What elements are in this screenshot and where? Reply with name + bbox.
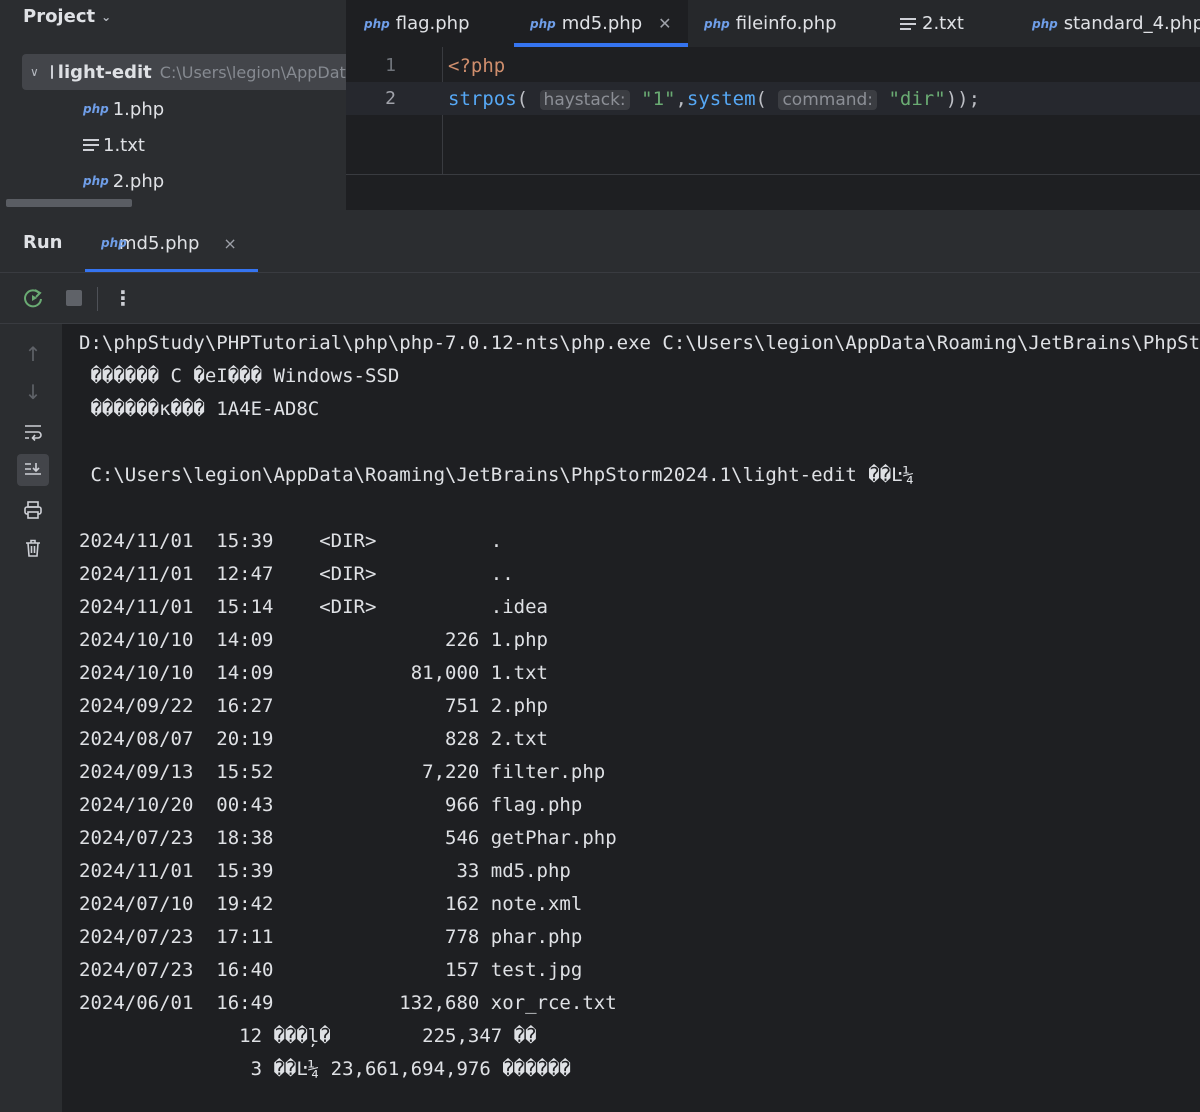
php-file-icon: php bbox=[364, 16, 390, 31]
tab-label: fileinfo.php bbox=[735, 13, 837, 34]
toolbar-separator bbox=[97, 287, 98, 311]
code-text: strpos( haystack: "1",system( command: "… bbox=[448, 88, 980, 110]
tab-2-txt[interactable]: 2.txt bbox=[882, 0, 1014, 47]
active-tab-indicator bbox=[85, 269, 258, 272]
console-line: 2024/10/10 14:09 81,000 1.txt bbox=[79, 662, 548, 684]
comma: , bbox=[675, 87, 687, 110]
php-file-icon: php bbox=[530, 16, 556, 31]
close-icon[interactable]: × bbox=[223, 234, 236, 253]
tab-label: md5.php bbox=[561, 13, 643, 34]
function-name: system bbox=[686, 87, 756, 110]
console-line: 2024/08/07 20:19 828 2.txt bbox=[79, 728, 548, 750]
chevron-down-icon: ⌄ bbox=[101, 9, 112, 24]
console-line: 2024/11/01 15:39 <DIR> . bbox=[79, 530, 503, 552]
tree-root-folder[interactable]: ∨ light-edit C:\Users\legion\AppData\Roa… bbox=[22, 54, 346, 90]
console-line: ������к��� 1A4E-AD8C bbox=[79, 398, 320, 420]
parameter-hint: haystack: bbox=[539, 89, 630, 110]
run-tab-label: md5.php bbox=[119, 232, 200, 254]
arrow-down-icon[interactable]: ↓ bbox=[17, 376, 49, 408]
php-file-icon: php bbox=[1032, 16, 1058, 31]
tab-standard-4-php[interactable]: php standard_4.php bbox=[1014, 0, 1200, 47]
console-line: 2024/10/20 00:43 966 flag.php bbox=[79, 794, 583, 816]
line-number: 2 bbox=[385, 88, 396, 109]
root-folder-name: light-edit bbox=[57, 61, 152, 83]
console-line: 2024/07/23 16:40 157 test.jpg bbox=[79, 959, 583, 981]
php-open-tag: <?php bbox=[448, 54, 506, 77]
code-text: <?php bbox=[448, 55, 505, 77]
console-line: 2024/11/01 12:47 <DIR> .. bbox=[79, 563, 514, 585]
tree-item-label: 1.txt bbox=[103, 134, 145, 156]
console-line: 2024/11/01 15:14 <DIR> .idea bbox=[79, 596, 548, 618]
text-file-icon bbox=[83, 136, 99, 154]
console-line: 3 ��Ŀ¼ 23,661,694,976 ������ bbox=[79, 1058, 571, 1080]
project-view-selector[interactable]: Project ⌄ bbox=[23, 6, 111, 27]
rerun-icon[interactable] bbox=[22, 287, 44, 309]
tab-flag-php[interactable]: php flag.php bbox=[364, 0, 470, 47]
run-toolbar: ⋮ bbox=[0, 273, 1200, 324]
console-line: 2024/06/01 16:49 132,680 xor_rce.txt bbox=[79, 992, 617, 1014]
console-line: 2024/10/10 14:09 226 1.php bbox=[79, 629, 548, 651]
stop-icon[interactable] bbox=[63, 287, 85, 309]
function-name: strpos bbox=[448, 87, 517, 110]
folder-icon bbox=[50, 65, 53, 79]
console-line: 2024/07/23 17:11 778 phar.php bbox=[79, 926, 583, 948]
print-icon[interactable] bbox=[17, 494, 49, 526]
horizontal-scrollbar[interactable] bbox=[6, 199, 132, 207]
php-file-icon: php bbox=[704, 16, 730, 31]
tab-label: flag.php bbox=[395, 13, 470, 34]
project-title: Project bbox=[23, 6, 96, 27]
console-line: 2024/07/10 19:42 162 note.xml bbox=[79, 893, 583, 915]
console-line: 2024/09/22 16:27 751 2.php bbox=[79, 695, 548, 717]
tree-item-label: 1.php bbox=[112, 98, 165, 120]
string-literal: "1" bbox=[641, 87, 676, 110]
run-tool-window-header: Run php md5.php × bbox=[0, 214, 1200, 273]
code-line[interactable]: 1 <?php bbox=[346, 49, 1200, 82]
tab-label: 2.txt bbox=[922, 13, 964, 34]
console-line: D:\phpStudy\PHPTutorial\php\php-7.0.12-n… bbox=[79, 332, 1200, 354]
more-options-icon[interactable]: ⋮ bbox=[112, 286, 134, 310]
run-title: Run bbox=[23, 232, 63, 253]
paren: ( bbox=[516, 87, 529, 110]
line-number: 1 bbox=[385, 55, 396, 76]
console-output[interactable]: D:\phpStudy\PHPTutorial\php\php-7.0.12-n… bbox=[62, 324, 1200, 1112]
console-line: ������ C �eI��� Windows-SSD bbox=[79, 365, 400, 387]
console-side-toolbar: ↑ ↓ bbox=[0, 324, 63, 1112]
php-file-icon: php bbox=[83, 102, 109, 116]
tree-item-file[interactable]: php 1.php bbox=[83, 94, 164, 124]
tree-item-file[interactable]: 1.txt bbox=[83, 130, 145, 160]
console-line: 2024/07/23 18:38 546 getPhar.php bbox=[79, 827, 617, 849]
php-run-config-icon: php bbox=[101, 236, 127, 250]
closing-parens: )); bbox=[945, 87, 981, 110]
scroll-to-end-icon[interactable] bbox=[17, 454, 49, 486]
tab-label: standard_4.php bbox=[1063, 13, 1200, 34]
php-file-icon: php bbox=[83, 174, 109, 188]
paren: ( bbox=[755, 87, 767, 110]
console-line: 12 ���ļ� 225,347 �� bbox=[79, 1025, 537, 1047]
run-tab-md5-php[interactable]: php md5.php × bbox=[85, 214, 258, 272]
console-line: 2024/09/13 15:52 7,220 filter.php bbox=[79, 761, 606, 783]
tab-md5-php[interactable]: php md5.php ✕ bbox=[514, 0, 688, 47]
console-line: C:\Users\legion\AppData\Roaming\JetBrain… bbox=[79, 464, 915, 486]
editor-tab-bar: php flag.php php md5.php ✕ php fileinfo.… bbox=[346, 0, 1200, 47]
code-line-current[interactable]: 2 strpos( haystack: "1",system( command:… bbox=[346, 82, 1200, 115]
chevron-down-icon[interactable]: ∨ bbox=[30, 65, 39, 79]
console-line: 2024/11/01 15:39 33 md5.php bbox=[79, 860, 571, 882]
tab-fileinfo-php[interactable]: php fileinfo.php bbox=[688, 0, 882, 47]
trash-icon[interactable] bbox=[17, 532, 49, 564]
arrow-up-icon[interactable]: ↑ bbox=[17, 338, 49, 370]
parameter-hint: command: bbox=[778, 89, 878, 110]
editor-empty-area bbox=[346, 175, 1200, 210]
string-literal: "dir" bbox=[888, 87, 946, 110]
project-panel: Project ⌄ ∨ light-edit C:\Users\legion\A… bbox=[0, 0, 346, 210]
tree-item-label: 2.php bbox=[112, 170, 165, 192]
text-file-icon bbox=[900, 15, 916, 33]
code-editor[interactable]: 1 <?php 2 strpos( haystack: "1",system( … bbox=[346, 47, 1200, 174]
tree-item-file[interactable]: php 2.php bbox=[83, 166, 164, 196]
soft-wrap-icon[interactable] bbox=[17, 416, 49, 448]
close-icon[interactable]: ✕ bbox=[658, 14, 671, 33]
root-folder-path: C:\Users\legion\AppData\Roaming\JetBrain… bbox=[159, 62, 346, 82]
